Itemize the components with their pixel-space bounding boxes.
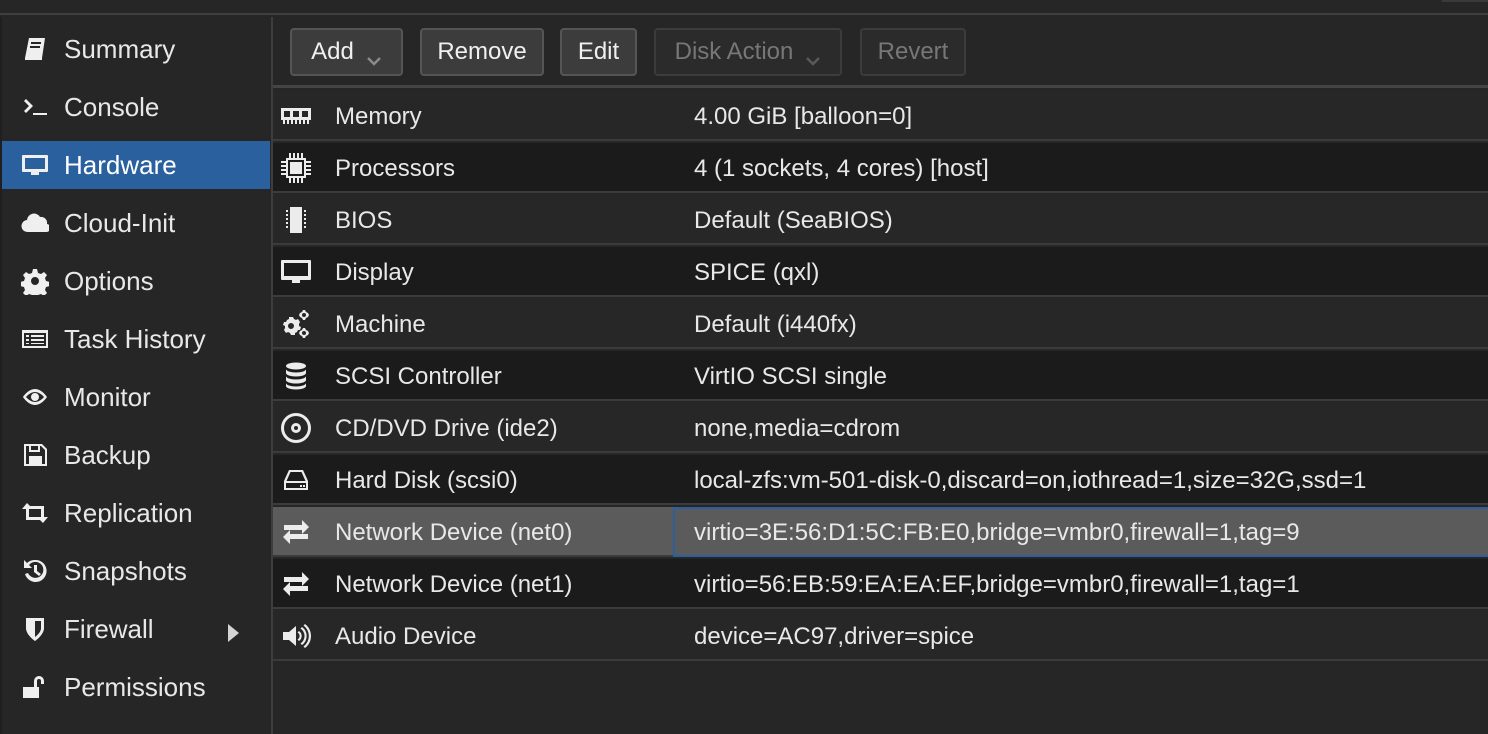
memory-icon (279, 99, 313, 133)
add-button[interactable]: Add (290, 28, 403, 76)
row-name: BIOS (335, 207, 393, 234)
sidebar: Summary Console Hardware Cloud-Init Opti… (2, 17, 271, 734)
sidebar-item-console[interactable]: Console (2, 83, 270, 131)
sidebar-item-label: Hardware (64, 149, 177, 180)
edit-button[interactable]: Edit (560, 28, 637, 76)
terminal-icon (18, 90, 52, 124)
row-value: virtio=56:EB:59:EA:EA:EF,bridge=vmbr0,fi… (694, 571, 1300, 598)
cloud-icon (18, 206, 52, 240)
revert-button-label: Revert (877, 38, 949, 65)
edit-button-label: Edit (577, 38, 620, 65)
sidebar-item-task-history[interactable]: Task History (2, 315, 270, 363)
expand-arrow-icon[interactable] (226, 619, 240, 642)
sidebar-item-backup[interactable]: Backup (2, 431, 270, 479)
sidebar-item-firewall[interactable]: Firewall (2, 605, 270, 653)
row-name: Hard Disk (scsi0) (335, 467, 518, 494)
gear-icon (18, 264, 52, 298)
retweet-icon (18, 496, 52, 530)
unlock-icon (18, 670, 52, 704)
chevron-down-icon (805, 46, 821, 66)
disk-action-button-label: Disk Action (674, 38, 794, 65)
desktop-icon (279, 255, 313, 289)
row-name: SCSI Controller (335, 363, 502, 390)
cdrom-icon (279, 411, 313, 445)
cpu-icon (279, 151, 313, 185)
hardware-row-hard-disk[interactable]: Hard Disk (scsi0) local-zfs:vm-501-disk-… (273, 455, 1488, 505)
remove-button-label: Remove (437, 38, 527, 65)
remove-button[interactable]: Remove (420, 28, 544, 76)
hardware-row-net0[interactable]: Network Device (net0) virtio=3E:56:D1:5C… (273, 507, 1488, 557)
hardware-row-memory[interactable]: Memory 4.00 GiB [balloon=0] (273, 91, 1488, 141)
sidebar-item-label: Firewall (64, 613, 154, 644)
row-value: none,media=cdrom (694, 415, 901, 442)
row-name: Processors (335, 155, 456, 182)
sidebar-item-hardware[interactable]: Hardware (2, 141, 270, 189)
toolbar: Add Remove Edit Disk Action Revert (273, 17, 1488, 88)
microchip-icon (279, 203, 313, 237)
row-value: virtio=3E:56:D1:5C:FB:E0,bridge=vmbr0,fi… (694, 519, 1300, 546)
floppy-icon (18, 438, 52, 472)
sidebar-item-label: Summary (64, 33, 176, 64)
chevron-down-icon (366, 46, 382, 66)
row-value: VirtIO SCSI single (694, 363, 887, 390)
hardware-row-bios[interactable]: BIOS Default (SeaBIOS) (273, 195, 1488, 245)
top-strip (0, 0, 1488, 15)
sidebar-item-label: Console (64, 91, 160, 122)
row-name: Network Device (net1) (335, 571, 573, 598)
top-corner (1442, 0, 1488, 2)
hardware-row-net1[interactable]: Network Device (net1) virtio=56:EB:59:EA… (273, 559, 1488, 609)
row-name: Network Device (net0) (335, 519, 573, 546)
sidebar-item-label: Options (64, 265, 154, 296)
row-value: device=AC97,driver=spice (694, 623, 975, 650)
hardware-row-scsi-controller[interactable]: SCSI Controller VirtIO SCSI single (273, 351, 1488, 401)
exchange-icon (279, 515, 313, 549)
book-icon (18, 32, 52, 66)
sidebar-item-label: Task History (64, 323, 206, 354)
sidebar-item-replication[interactable]: Replication (2, 489, 270, 537)
row-value: Default (SeaBIOS) (694, 207, 893, 234)
sidebar-item-cloud-init[interactable]: Cloud-Init (2, 199, 270, 247)
volume-icon (279, 619, 313, 653)
row-value: local-zfs:vm-501-disk-0,discard=on,iothr… (694, 467, 1367, 494)
sidebar-item-summary[interactable]: Summary (2, 25, 270, 73)
row-name: Memory (335, 103, 422, 130)
add-button-label: Add (311, 38, 354, 65)
row-value: SPICE (qxl) (694, 259, 820, 286)
database-icon (279, 359, 313, 393)
list-icon (18, 322, 52, 356)
hardware-panel: Add Remove Edit Disk Action Revert Memor… (273, 17, 1488, 734)
disk-action-button[interactable]: Disk Action (654, 28, 842, 76)
cogs-icon (279, 307, 313, 341)
desktop-icon (18, 148, 52, 182)
row-value: 4.00 GiB [balloon=0] (694, 103, 913, 130)
sidebar-item-label: Backup (64, 439, 151, 470)
sidebar-item-snapshots[interactable]: Snapshots (2, 547, 270, 595)
history-icon (18, 554, 52, 588)
sidebar-item-label: Replication (64, 497, 193, 528)
sidebar-item-label: Cloud-Init (64, 207, 176, 238)
row-name: Audio Device (335, 623, 477, 650)
shield-icon (18, 612, 52, 646)
exchange-icon (279, 567, 313, 601)
sidebar-item-options[interactable]: Options (2, 257, 270, 305)
sidebar-item-label: Snapshots (64, 555, 187, 586)
sidebar-item-label: Permissions (64, 671, 206, 702)
row-name: Machine (335, 311, 426, 338)
sidebar-item-monitor[interactable]: Monitor (2, 373, 270, 421)
hardware-row-cdrom[interactable]: CD/DVD Drive (ide2) none,media=cdrom (273, 403, 1488, 453)
hardware-row-display[interactable]: Display SPICE (qxl) (273, 247, 1488, 297)
hdd-icon (279, 463, 313, 497)
hardware-row-processors[interactable]: Processors 4 (1 sockets, 4 cores) [host] (273, 143, 1488, 193)
hardware-row-machine[interactable]: Machine Default (i440fx) (273, 299, 1488, 349)
row-name: Display (335, 259, 414, 286)
row-value: Default (i440fx) (694, 311, 857, 338)
revert-button[interactable]: Revert (860, 28, 966, 76)
sidebar-item-label: Monitor (64, 381, 151, 412)
row-value: 4 (1 sockets, 4 cores) [host] (694, 155, 989, 182)
row-name: CD/DVD Drive (ide2) (335, 415, 558, 442)
sidebar-item-permissions[interactable]: Permissions (2, 663, 270, 711)
eye-icon (18, 380, 52, 414)
hardware-row-audio[interactable]: Audio Device device=AC97,driver=spice (273, 611, 1488, 661)
